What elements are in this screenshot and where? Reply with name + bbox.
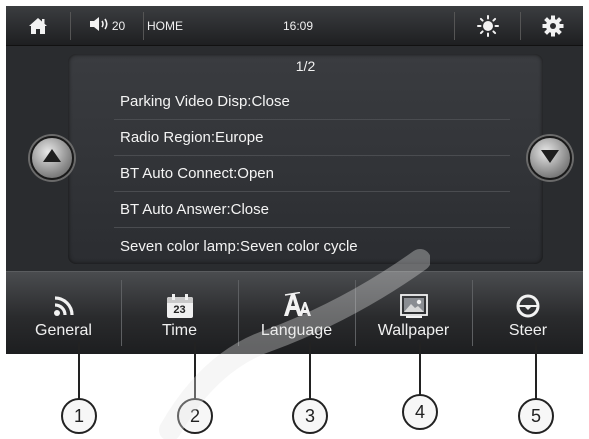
tab-wallpaper[interactable]: Wallpaper — [356, 272, 471, 354]
top-status-bar: 20 HOME 16:09 — [6, 6, 583, 46]
speaker-icon — [89, 16, 111, 37]
callout-line — [78, 342, 80, 400]
callout-line — [419, 342, 421, 396]
steering-wheel-icon — [516, 288, 540, 318]
gear-icon — [542, 15, 564, 37]
brightness-button[interactable] — [456, 6, 520, 46]
head-unit-screen: 20 HOME 16:09 1/2 Parking Video Disp:Clo… — [6, 6, 583, 354]
callout-3: 3 — [292, 398, 328, 434]
tab-label: Steer — [508, 321, 548, 339]
tab-steer[interactable]: Steer — [473, 272, 583, 354]
volume-level: 20 — [111, 19, 126, 33]
settings-list-panel: 1/2 Parking Video Disp:Close Radio Regio… — [68, 54, 543, 264]
list-item[interactable]: BT Auto Connect:Open — [114, 156, 510, 192]
volume-control[interactable]: 20 — [72, 6, 142, 46]
arrow-down-icon — [540, 148, 560, 169]
callout-line — [535, 342, 537, 400]
list-item[interactable]: BT Auto Answer:Close — [114, 192, 510, 228]
tab-language[interactable]: Language — [239, 272, 354, 354]
clock: 16:09 — [282, 19, 314, 33]
settings-list: Parking Video Disp:Close Radio Region:Eu… — [114, 84, 510, 264]
mode-label-cell: HOME — [145, 6, 205, 46]
calendar-day: 23 — [173, 303, 186, 316]
page-indicator: 1/2 — [295, 58, 316, 74]
picture-icon — [399, 288, 428, 318]
tab-label: Time — [162, 321, 197, 339]
settings-button[interactable] — [522, 6, 583, 46]
rss-icon — [52, 288, 76, 318]
list-item[interactable]: Radio Region:Europe — [114, 120, 510, 156]
tab-time[interactable]: 23 Time — [122, 272, 237, 354]
brightness-icon — [477, 15, 499, 37]
settings-tab-bar: General 23 Time Language Wallpaper Steer — [6, 271, 583, 354]
page-down-button[interactable] — [528, 136, 572, 180]
callout-line — [309, 342, 311, 400]
home-icon — [27, 16, 49, 36]
mode-label: HOME — [147, 19, 183, 33]
tab-label: Wallpaper — [377, 321, 450, 339]
tab-label: General — [35, 321, 92, 339]
clock-cell: 16:09 — [268, 6, 328, 46]
callout-4: 4 — [402, 394, 438, 430]
page-up-button[interactable] — [30, 136, 74, 180]
list-item[interactable]: Parking Video Disp:Close — [114, 84, 510, 120]
tab-general[interactable]: General — [6, 272, 121, 354]
list-item[interactable]: Seven color lamp:Seven color cycle — [114, 228, 510, 264]
callout-1: 1 — [61, 398, 97, 434]
font-icon — [282, 288, 312, 318]
callout-line — [194, 342, 196, 400]
callout-5: 5 — [518, 398, 554, 434]
arrow-up-icon — [42, 148, 62, 169]
home-button[interactable] — [6, 6, 70, 46]
callout-2: 2 — [177, 398, 213, 434]
tab-label: Language — [260, 321, 333, 339]
calendar-icon: 23 — [166, 288, 193, 318]
